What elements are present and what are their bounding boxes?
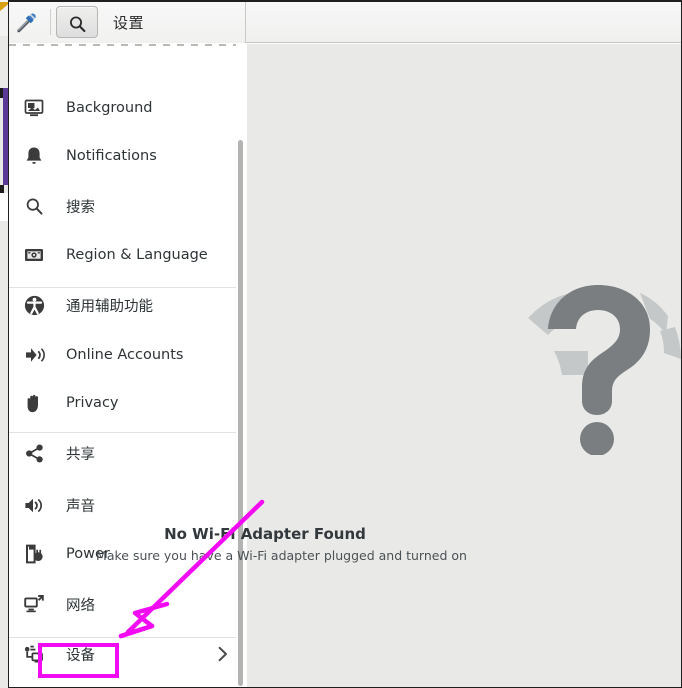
sidebar-item-7[interactable]: 共享 xyxy=(9,429,245,477)
header-divider xyxy=(50,9,51,35)
share-icon xyxy=(23,442,45,464)
network-icon xyxy=(23,593,45,615)
sidebar-top-dashed-edge xyxy=(9,44,246,46)
sidebar-item-6[interactable]: Privacy xyxy=(9,379,245,427)
accessibility-icon xyxy=(23,294,45,316)
sidebar-item-8[interactable]: 声音 xyxy=(9,481,245,529)
search-icon xyxy=(68,15,88,33)
chevron-right-icon xyxy=(218,646,227,661)
sidebar-item-0[interactable]: Background xyxy=(9,84,245,132)
sidebar-item-2[interactable]: 搜索 xyxy=(9,182,245,230)
search-icon xyxy=(23,195,45,217)
region-icon xyxy=(23,244,45,266)
content-subtitle: Make sure you have a Wi-Fi adapter plugg… xyxy=(0,548,563,563)
sidebar-item-label: 共享 xyxy=(66,443,95,464)
question-mark-icon xyxy=(514,283,682,455)
sidebar-item-12[interactable]: 详细信息 xyxy=(9,681,245,687)
sidebar-item-label: Region & Language xyxy=(66,247,208,263)
sidebar-item-label: 通用辅助功能 xyxy=(66,295,153,316)
sidebar-item-label: Notifications xyxy=(66,148,157,164)
sidebar-item-label: 搜索 xyxy=(66,196,95,217)
settings-sidebar[interactable]: Background Notifications 搜索 Region & Langua… xyxy=(9,44,246,687)
content-pane: No Wi-Fi Adapter Found Make sure you hav… xyxy=(247,44,681,687)
sidebar-item-4[interactable]: 通用辅助功能 xyxy=(9,281,245,329)
hand-icon xyxy=(23,392,45,414)
background-window-white-strip xyxy=(0,193,8,221)
sidebar-item-3[interactable]: Region & Language xyxy=(9,231,245,279)
sidebar-item-label: Privacy xyxy=(66,395,119,411)
sidebar-item-label: Background xyxy=(66,100,153,116)
highlight-box-details xyxy=(38,643,119,678)
content-title: No Wi-Fi Adapter Found xyxy=(0,525,530,543)
search-button[interactable] xyxy=(56,6,98,38)
sidebar-scrollbar-track[interactable] xyxy=(236,44,246,687)
background-window-edge-bottom xyxy=(0,185,4,193)
sidebar-item-label: 声音 xyxy=(66,495,95,516)
volume-icon xyxy=(23,494,45,516)
sidebar-item-label: 网络 xyxy=(66,594,95,615)
screenshot-root: 设置 Background Notifications 搜索 Region & Lan… xyxy=(0,0,682,688)
bell-icon xyxy=(23,145,45,167)
sidebar-scrollbar-thumb[interactable] xyxy=(238,140,243,686)
sidebar-item-5[interactable]: Online Accounts xyxy=(9,331,245,379)
window-title: 设置 xyxy=(113,12,144,33)
online-accounts-icon xyxy=(23,344,45,366)
sidebar-item-label: Online Accounts xyxy=(66,347,183,363)
sidebar-item-10[interactable]: 网络 xyxy=(9,580,245,628)
tools-icon[interactable] xyxy=(15,13,37,33)
sidebar-item-1[interactable]: Notifications xyxy=(9,132,245,180)
background-icon xyxy=(23,97,45,119)
